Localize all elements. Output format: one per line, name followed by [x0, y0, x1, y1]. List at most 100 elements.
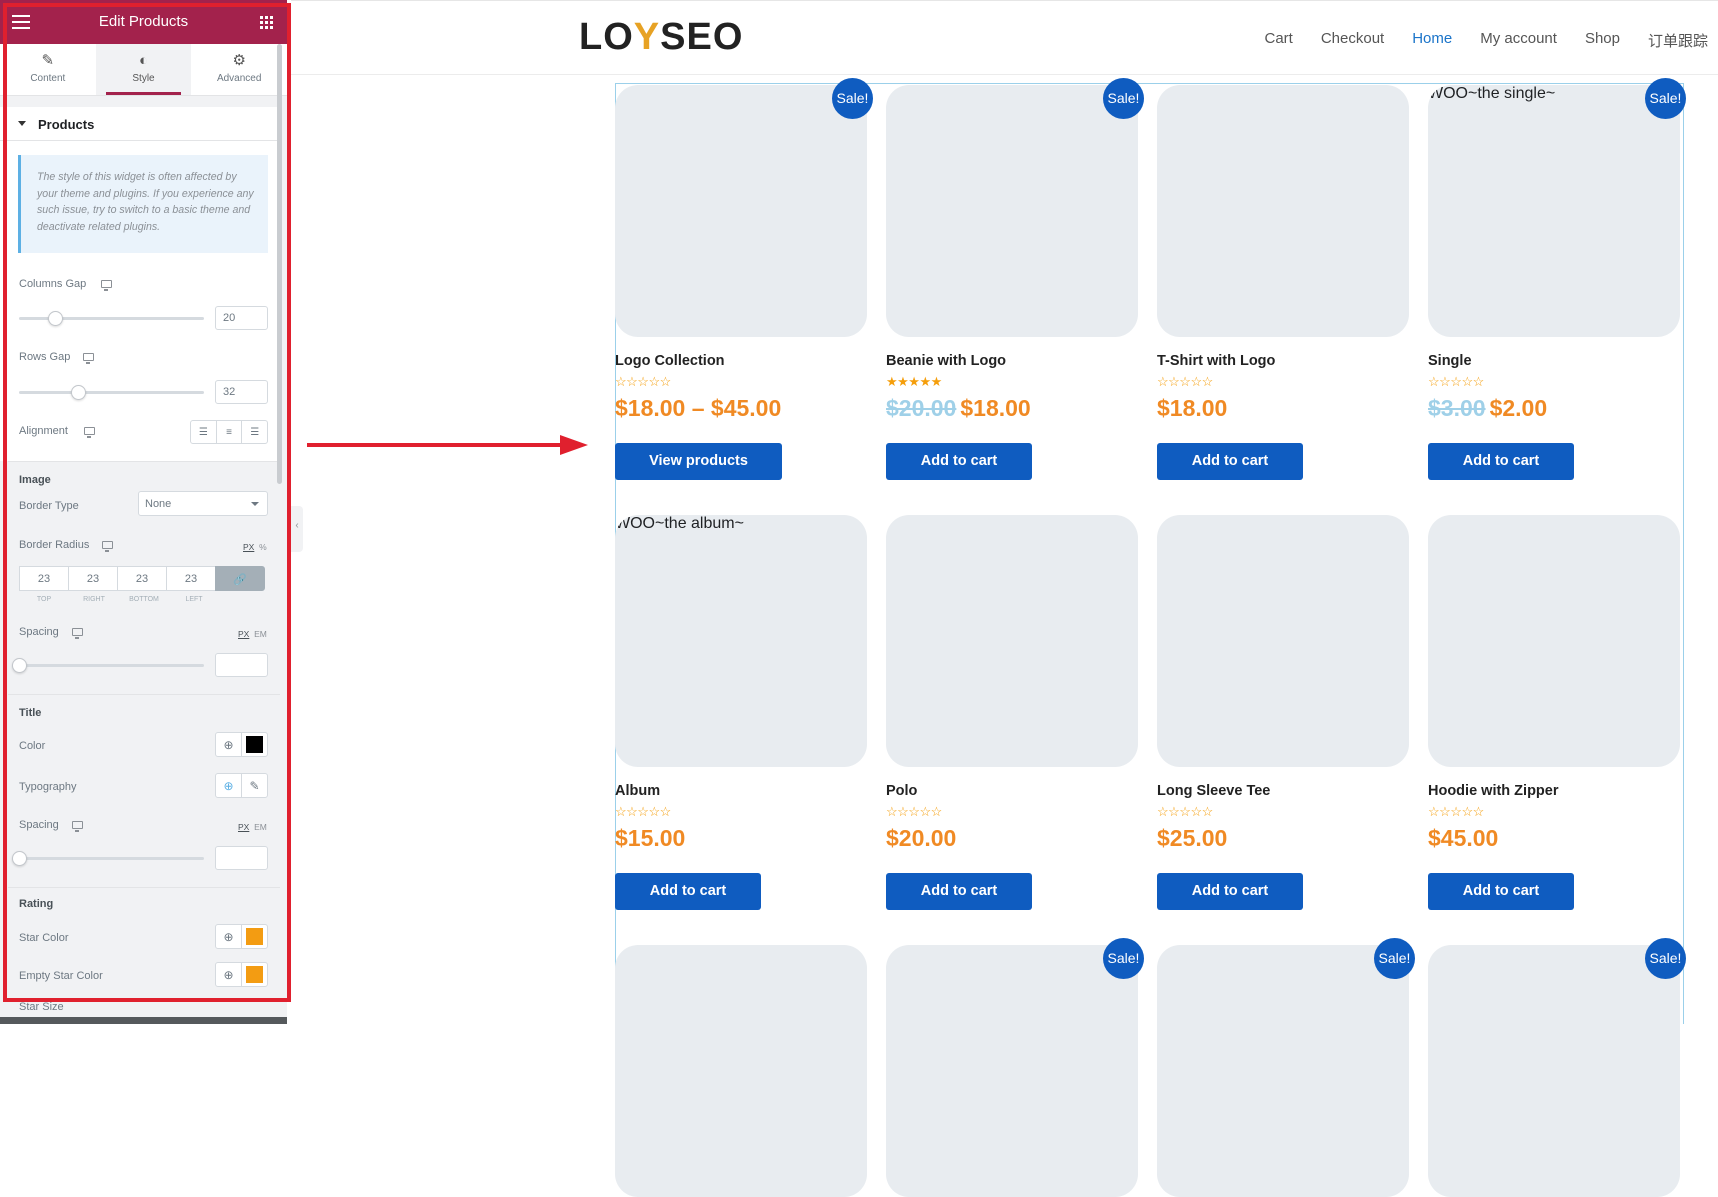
product-image[interactable]: WOO~the album~ [615, 515, 867, 767]
nav-item-订单跟踪[interactable]: 订单跟踪 [1648, 30, 1708, 51]
units-toggle[interactable]: PX EM [238, 822, 267, 832]
title-color-swatch[interactable] [242, 733, 267, 756]
desktop-icon[interactable] [101, 280, 112, 291]
desktop-icon[interactable] [102, 541, 113, 552]
rows-gap-input[interactable]: 32 [215, 380, 268, 404]
unit-em[interactable]: EM [254, 629, 267, 639]
product-image[interactable] [886, 85, 1138, 337]
rows-gap-slider[interactable] [19, 391, 204, 394]
desktop-icon[interactable] [84, 427, 95, 438]
product-price: $45.00 [1428, 825, 1498, 852]
panel-scrollbar[interactable] [277, 44, 282, 484]
product-title[interactable]: Single [1428, 353, 1472, 369]
star-color-swatch[interactable] [242, 925, 267, 948]
pencil-edit-icon[interactable]: ✎ [242, 774, 267, 797]
view-products-button[interactable]: View products [615, 443, 782, 480]
image-spacing-input[interactable] [215, 653, 268, 677]
alignment-label: Alignment [19, 425, 68, 437]
title-spacing-input[interactable] [215, 846, 268, 870]
align-left-icon[interactable]: ☰ [191, 421, 217, 443]
add-to-cart-button[interactable]: Add to cart [1157, 443, 1303, 480]
columns-gap-slider[interactable] [19, 317, 204, 320]
link-values-icon[interactable]: 🔗 [215, 566, 265, 591]
rows-gap-handle[interactable] [71, 385, 86, 400]
tab-advanced[interactable]: ⚙ Advanced [191, 44, 287, 95]
add-to-cart-button[interactable]: Add to cart [615, 873, 761, 910]
units-toggle[interactable]: PX EM [238, 629, 267, 639]
unit-em[interactable]: EM [254, 822, 267, 832]
add-to-cart-button[interactable]: Add to cart [1157, 873, 1303, 910]
nav-item-cart[interactable]: Cart [1265, 30, 1293, 51]
main-nav: Cart Checkout Home My account Shop 订单跟踪 [1237, 30, 1709, 51]
products-section-toggle[interactable]: Products [0, 107, 280, 141]
columns-gap-handle[interactable] [48, 311, 63, 326]
border-radius-top[interactable]: 23 [19, 566, 69, 591]
border-type-label: Border Type [19, 500, 79, 512]
nav-item-checkout[interactable]: Checkout [1321, 30, 1384, 51]
header-divider [291, 74, 1718, 75]
border-radius-left[interactable]: 23 [166, 566, 216, 591]
desktop-icon[interactable] [83, 353, 94, 364]
product-title[interactable]: Hoodie with Zipper [1428, 783, 1559, 799]
product-title[interactable]: Logo Collection [615, 353, 725, 369]
nav-item-shop[interactable]: Shop [1585, 30, 1620, 51]
border-radius-bottom[interactable]: 23 [117, 566, 167, 591]
product-image[interactable] [615, 85, 867, 337]
nav-item-my-account[interactable]: My account [1480, 30, 1557, 51]
unit-px[interactable]: PX [243, 542, 254, 552]
empty-star-color-label: Empty Star Color [19, 970, 103, 982]
image-spacing-label: Spacing [19, 626, 59, 638]
product-title[interactable]: Polo [886, 783, 917, 799]
border-radius-right[interactable]: 23 [68, 566, 118, 591]
product-image[interactable] [1157, 515, 1409, 767]
add-to-cart-button[interactable]: Add to cart [1428, 443, 1574, 480]
image-spacing-handle[interactable] [12, 658, 27, 673]
globe-icon[interactable]: ⊕ [216, 774, 242, 797]
sale-badge: Sale! [1645, 78, 1686, 119]
empty-star-color-swatch[interactable] [242, 963, 267, 986]
align-center-icon[interactable]: ≡ [217, 421, 243, 443]
title-spacing-slider[interactable] [19, 857, 204, 860]
product-image[interactable] [1428, 945, 1680, 1197]
product-title[interactable]: Album [615, 783, 660, 799]
units-toggle[interactable]: PX % [243, 542, 267, 552]
image-spacing-slider[interactable] [19, 664, 204, 667]
product-title[interactable]: Beanie with Logo [886, 353, 1006, 369]
unit-percent[interactable]: % [259, 542, 267, 552]
product-image[interactable] [886, 945, 1138, 1197]
product-image[interactable] [1428, 515, 1680, 767]
border-radius-inputs: 23 23 23 23 🔗 [19, 566, 268, 591]
desktop-icon[interactable] [72, 821, 83, 832]
product-image[interactable] [1157, 85, 1409, 337]
desktop-icon[interactable] [72, 628, 83, 639]
tab-style[interactable]: ◐ Style [95, 44, 192, 95]
border-type-select[interactable]: None [138, 491, 268, 516]
product-title[interactable]: T-Shirt with Logo [1157, 353, 1275, 369]
product-image[interactable] [1157, 945, 1409, 1197]
product-title[interactable]: Long Sleeve Tee [1157, 783, 1270, 799]
columns-gap-input[interactable]: 20 [215, 306, 268, 330]
globe-icon[interactable]: ⊕ [216, 925, 242, 948]
nav-item-home[interactable]: Home [1412, 30, 1452, 51]
divider [8, 887, 280, 888]
globe-icon[interactable]: ⊕ [216, 963, 242, 986]
add-to-cart-button[interactable]: Add to cart [1428, 873, 1574, 910]
logo-accent: Y [633, 16, 661, 58]
current-price: $18.00 [960, 395, 1031, 421]
title-spacing-handle[interactable] [12, 851, 27, 866]
product-image[interactable] [886, 515, 1138, 767]
globe-icon[interactable]: ⊕ [216, 733, 242, 756]
align-right-icon[interactable]: ☰ [242, 421, 267, 443]
site-logo[interactable]: LOYSEO [579, 16, 743, 62]
product-price: $25.00 [1157, 825, 1227, 852]
product-image[interactable] [615, 945, 867, 1197]
widgets-grid-icon[interactable] [260, 16, 273, 29]
unit-px[interactable]: PX [238, 822, 249, 832]
unit-px[interactable]: PX [238, 629, 249, 639]
add-to-cart-button[interactable]: Add to cart [886, 443, 1032, 480]
product-price: $18.00 [1157, 395, 1227, 422]
collapse-panel-handle[interactable]: ‹ [291, 506, 303, 552]
tab-content[interactable]: ✎ Content [0, 44, 96, 95]
product-image[interactable]: WOO~the single~ [1428, 85, 1680, 337]
add-to-cart-button[interactable]: Add to cart [886, 873, 1032, 910]
